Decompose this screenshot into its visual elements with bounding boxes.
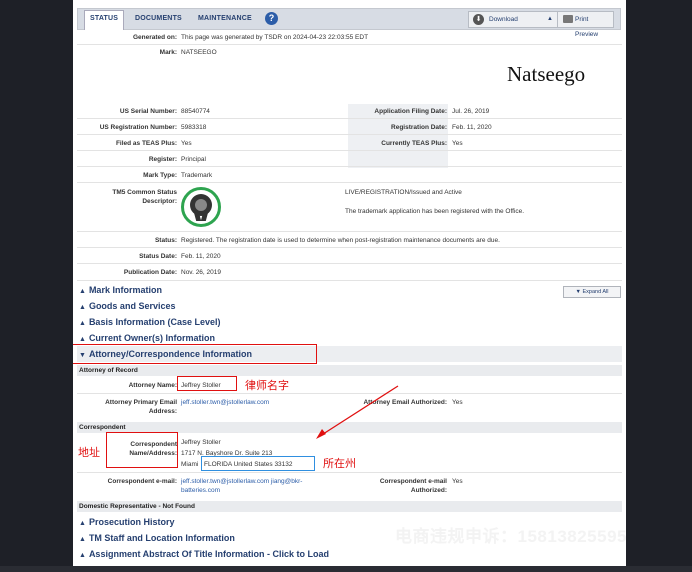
annotation-state: 所在州: [323, 458, 356, 470]
watermark-text: 电商违规申诉：15813825595: [395, 527, 628, 546]
annotation-address: 地址: [78, 447, 100, 459]
annotation-arrow: [316, 385, 399, 439]
bottom-strip: [0, 566, 692, 572]
annotation-lawyer-name: 律师名字: [245, 380, 289, 392]
